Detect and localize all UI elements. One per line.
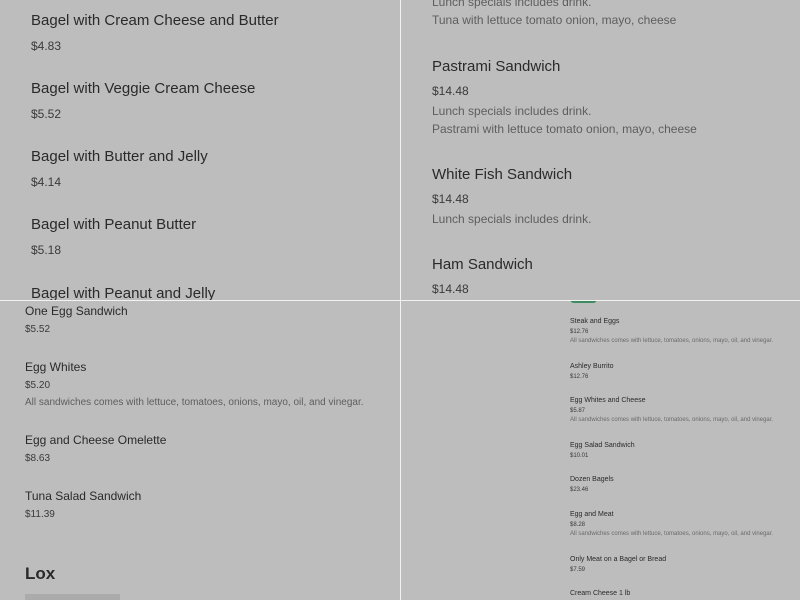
horizontal-divider (0, 300, 800, 301)
menu-item-price: $23.46 (570, 487, 589, 493)
menu-item-price: $7.59 (570, 567, 586, 573)
menu-item-price: $5.52 (31, 107, 62, 121)
menu-panel-top-left: Bagel with Cream Cheese and Butter $4.83… (0, 0, 400, 300)
menu-item[interactable]: Pastrami Sandwich $14.48 Lunch specials … (432, 58, 697, 138)
menu-item-price: $14.48 (432, 282, 469, 296)
menu-item-desc-line: Tuna with lettuce tomato onion, mayo, ch… (432, 13, 677, 27)
cut-off-menu-item (25, 594, 120, 600)
menu-item-price: $4.14 (31, 175, 62, 189)
menu-item-description: All sandwiches comes with lettuce, tomat… (570, 531, 774, 537)
menu-item[interactable]: Bagel with Cream Cheese and Butter $4.83 (31, 12, 279, 53)
menu-item-name: Steak and Eggs (570, 318, 620, 325)
menu-item-price: $12.76 (570, 374, 589, 380)
section-title: Lox (25, 564, 56, 583)
menu-panel-top-right: Lunch specials includes drink. Tuna with… (401, 0, 800, 300)
menu-item-description: All sandwiches comes with lettuce, tomat… (25, 397, 364, 408)
menu-item-price: $5.87 (570, 408, 586, 414)
menu-item-name: Only Meat on a Bagel or Bread (570, 556, 667, 563)
menu-item[interactable]: Ham Sandwich $14.48 (432, 256, 533, 296)
menu-item-desc-line: Lunch specials includes drink. (432, 212, 592, 226)
menu-item-name: Egg and Cheese Omelette (25, 433, 167, 447)
menu-item-name: Dozen Bagels (570, 476, 614, 483)
menu-item[interactable]: Egg Whites and Cheese $5.87 All sandwich… (570, 397, 773, 423)
menu-item-name: Pastrami Sandwich (432, 58, 561, 75)
menu-item-description: Lunch specials includes drink. Tuna with… (432, 0, 676, 29)
menu-item-name: Bagel with Peanut Butter (31, 216, 197, 233)
menu-item[interactable]: Only Meat on a Bagel or Bread $7.59 (570, 556, 666, 573)
menu-item[interactable]: White Fish Sandwich $14.48 Lunch special… (432, 166, 591, 228)
menu-item-description: Lunch specials includes drink. Pastrami … (432, 102, 697, 138)
menu-item[interactable]: Dozen Bagels $23.46 (570, 476, 614, 493)
menu-item-name: Ham Sandwich (432, 256, 533, 273)
menu-item[interactable]: Egg and Cheese Omelette $8.63 (25, 433, 166, 464)
menu-item-price: $4.83 (31, 39, 62, 53)
menu-item-desc-line: Lunch specials includes drink. (432, 104, 592, 118)
menu-item-name: Bagel with Veggie Cream Cheese (31, 80, 256, 97)
menu-item-price: $8.63 (25, 453, 51, 464)
menu-item-name: White Fish Sandwich (432, 166, 573, 183)
menu-item-price: $14.48 (432, 192, 469, 206)
menu-item-name: Bagel with Peanut and Jelly (31, 285, 216, 300)
menu-item[interactable]: Bagel with Peanut and Jelly (31, 285, 215, 300)
menu-item[interactable]: Steak and Eggs $12.76 All sandwiches com… (570, 318, 773, 344)
menu-item-price: $5.20 (25, 380, 51, 391)
menu-item-name: One Egg Sandwich (25, 304, 128, 318)
menu-item-desc-line: Pastrami with lettuce tomato onion, mayo… (432, 122, 697, 136)
menu-item-price: $10.01 (570, 453, 589, 459)
menu-item-price: $8.28 (570, 522, 586, 528)
menu-item-name: Bagel with Butter and Jelly (31, 148, 208, 165)
menu-item-name: Bagel with Cream Cheese and Butter (31, 12, 279, 29)
menu-item-price: $5.18 (31, 243, 62, 257)
menu-item-name: Egg Whites and Cheese (570, 397, 646, 404)
menu-item-price: $5.52 (25, 324, 51, 335)
menu-item-name: Egg Salad Sandwich (570, 442, 635, 449)
menu-item[interactable]: Tuna Salad Sandwich $11.39 (25, 489, 141, 520)
menu-panel-bottom-left: One Egg Sandwich $5.52 Egg Whites $5.20 … (0, 301, 400, 600)
menu-item-price: $14.48 (432, 84, 469, 98)
menu-item-description: All sandwiches comes with lettuce, tomat… (570, 338, 774, 344)
menu-item-name: Tuna Salad Sandwich (25, 489, 142, 503)
menu-item-description: Lunch specials includes drink. (432, 210, 591, 228)
menu-item[interactable]: Egg Whites $5.20 All sandwiches comes wi… (25, 360, 364, 408)
menu-item[interactable]: Egg Salad Sandwich $10.01 (570, 442, 635, 459)
menu-item[interactable]: One Egg Sandwich $5.52 (25, 304, 128, 335)
menu-item-name: Egg and Meat (570, 511, 614, 518)
menu-item-name: Cream Cheese 1 lb (570, 590, 631, 597)
menu-item-name: Egg Whites (25, 360, 87, 374)
menu-panel-bottom-right: Steak and Eggs $12.76 All sandwiches com… (401, 301, 800, 600)
menu-item[interactable]: Egg and Meat $8.28 All sandwiches comes … (570, 511, 773, 537)
menu-item-description: All sandwiches comes with lettuce, tomat… (570, 417, 774, 423)
menu-item[interactable]: Bagel with Butter and Jelly $4.14 (31, 148, 208, 189)
menu-item[interactable]: Bagel with Veggie Cream Cheese $5.52 (31, 80, 255, 121)
menu-item[interactable]: Ashley Burrito $12.76 (570, 363, 614, 380)
menu-item-price: $12.76 (570, 329, 589, 335)
menu-item-name: Ashley Burrito (570, 363, 614, 370)
category-tab-indicator[interactable] (570, 301, 597, 303)
menu-item[interactable]: Cream Cheese 1 lb (570, 590, 630, 597)
menu-item-price: $11.39 (25, 509, 55, 520)
menu-item[interactable]: Bagel with Peanut Butter $5.18 (31, 216, 196, 257)
menu-item-desc-line: Lunch specials includes drink. (432, 0, 592, 9)
